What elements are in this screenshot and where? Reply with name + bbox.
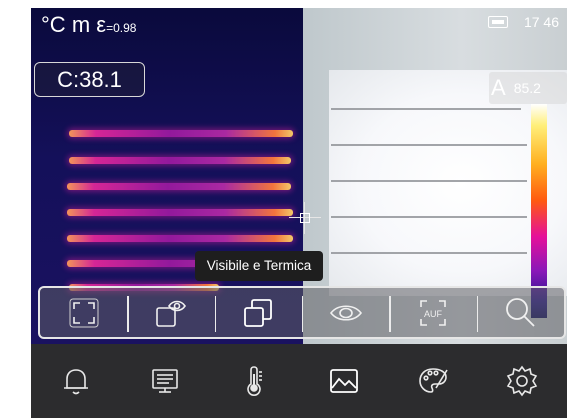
auf-label: AUF xyxy=(424,309,443,319)
window-blind xyxy=(331,108,521,110)
center-temperature: C:38.1 xyxy=(34,62,145,97)
image-icon xyxy=(329,369,358,393)
gear-icon xyxy=(507,365,538,397)
nav-settings[interactable] xyxy=(478,344,567,418)
clock: 17 46 xyxy=(523,14,559,30)
radiator-fin xyxy=(67,183,291,190)
auto-focus-button[interactable]: AUF xyxy=(389,288,476,337)
pip-eye-icon xyxy=(156,300,186,327)
scale-max[interactable]: A 85.2 xyxy=(489,72,567,104)
status-right: 17 46 xyxy=(487,14,559,30)
picture-in-picture-button[interactable] xyxy=(127,288,214,337)
palette-icon xyxy=(419,368,448,393)
window-blind xyxy=(331,216,527,218)
nav-palette[interactable] xyxy=(388,344,477,418)
radiator-fin xyxy=(67,235,293,242)
scale-mode: A xyxy=(491,75,506,100)
overlap-squares-icon xyxy=(244,298,273,327)
full-frame-button[interactable] xyxy=(40,288,127,337)
temperature-unit: °C xyxy=(41,12,66,37)
radiator-fin xyxy=(69,157,291,164)
auf-icon: AUF xyxy=(420,299,446,326)
bottom-navigation xyxy=(31,344,567,418)
nav-temperature[interactable] xyxy=(210,344,299,418)
window-blind xyxy=(331,252,527,254)
nav-alarm[interactable] xyxy=(31,344,120,418)
status-params: °C m ε=0.98 xyxy=(41,12,136,38)
thermometer-icon xyxy=(247,366,263,396)
visible-and-thermal-button[interactable] xyxy=(214,288,302,337)
radiator-fin xyxy=(69,130,293,137)
image-viewport[interactable]: °C m ε=0.98 17 46 C:38.1 A 85.2 Visibile… xyxy=(31,8,567,344)
tooltip: Visibile e Termica xyxy=(195,251,323,281)
window-blind xyxy=(331,180,527,182)
crosshair-icon xyxy=(289,202,321,234)
distance-unit: m xyxy=(71,12,91,37)
emissivity-value: =0.98 xyxy=(106,21,137,35)
nav-image[interactable] xyxy=(299,344,388,418)
emissivity-symbol: ε xyxy=(96,12,107,37)
scale-max-value: 85.2 xyxy=(513,80,541,96)
camera-screen: °C m ε=0.98 17 46 C:38.1 A 85.2 Visibile… xyxy=(31,8,567,418)
battery-icon xyxy=(487,16,508,28)
window-blind xyxy=(331,144,527,146)
view-mode-toolbar: AUF xyxy=(38,286,566,339)
nav-display[interactable] xyxy=(120,344,209,418)
radiator-fin xyxy=(67,209,293,216)
bell-icon xyxy=(63,369,88,395)
magnifier-icon xyxy=(506,297,535,327)
monitor-icon xyxy=(152,369,178,393)
zoom-button[interactable] xyxy=(476,288,564,337)
eye-icon xyxy=(329,304,362,321)
visible-only-button[interactable] xyxy=(301,288,389,337)
frame-corners-icon xyxy=(69,298,99,327)
